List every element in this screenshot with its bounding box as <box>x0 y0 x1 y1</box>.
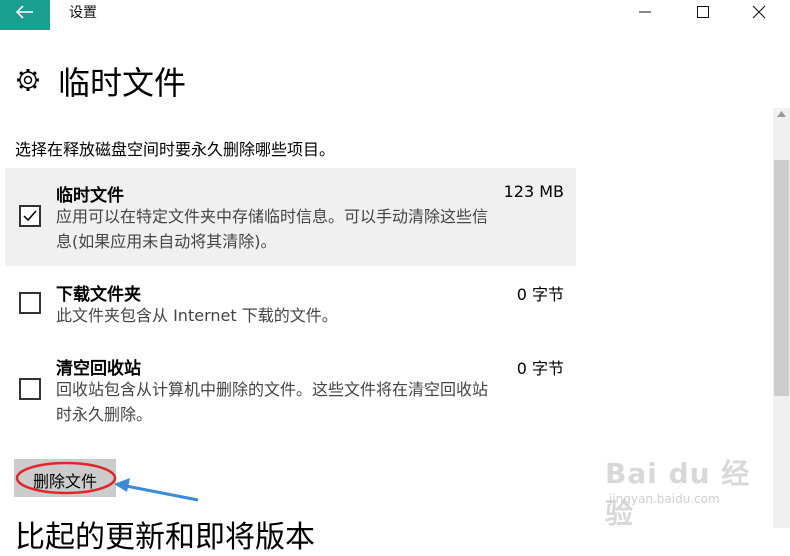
item-title: 临时文件 <box>56 186 124 206</box>
item-title: 清空回收站 <box>56 359 141 379</box>
maximize-button[interactable] <box>680 0 726 24</box>
close-icon <box>752 5 766 19</box>
app-title: 设置 <box>69 5 97 21</box>
checkmark-icon <box>23 210 37 222</box>
watermark-url: jingyan.baidu.com <box>609 492 720 506</box>
annotation-arrow-icon <box>114 478 199 502</box>
gear-icon <box>17 69 39 91</box>
page-title: 临时文件 <box>58 64 187 102</box>
temp-files-checkbox[interactable] <box>19 205 41 227</box>
arrow-left-icon <box>15 5 33 19</box>
minimize-button[interactable] <box>622 0 668 24</box>
item-size: 0 字节 <box>516 359 564 378</box>
close-button[interactable] <box>736 0 782 24</box>
item-description: 此文件夹包含从 Internet 下载的文件。 <box>56 306 338 325</box>
scroll-thumb[interactable] <box>774 160 789 396</box>
item-size: 0 字节 <box>516 285 564 304</box>
list-item-recycle-bin[interactable]: 清空回收站 0 字节 回收站包含从计算机中删除的文件。这些文件将在清空回收站 时… <box>5 350 576 430</box>
minimize-icon <box>639 11 651 13</box>
title-bar: 设置 <box>0 0 790 30</box>
item-description: 应用可以在特定文件夹中存储临时信息。可以手动清除这些信 息(如果应用未自动将其清… <box>56 207 489 251</box>
downloads-checkbox[interactable] <box>19 292 41 314</box>
scroll-up-icon[interactable] <box>777 111 786 117</box>
item-description: 回收站包含从计算机中删除的文件。这些文件将在清空回收站 时永久删除。 <box>56 380 489 424</box>
baidu-watermark: Bai du 经验 jingyan.baidu.com <box>605 452 755 530</box>
back-button[interactable] <box>0 0 50 30</box>
instruction-text: 选择在释放磁盘空间时要永久删除哪些项目。 <box>15 140 336 159</box>
recycle-bin-checkbox[interactable] <box>19 378 41 400</box>
vertical-scrollbar[interactable] <box>773 108 790 528</box>
item-title: 下载文件夹 <box>56 285 141 305</box>
maximize-icon <box>697 6 709 18</box>
list-item-downloads[interactable]: 下载文件夹 0 字节 此文件夹包含从 Internet 下载的文件。 <box>5 276 576 336</box>
annotation-ellipse <box>15 461 117 495</box>
list-item-temp-files[interactable]: 临时文件 123 MB 应用可以在特定文件夹中存储临时信息。可以手动清除这些信 … <box>5 168 576 266</box>
item-size: 123 MB <box>503 182 564 201</box>
next-section-heading: 比起的更新和即将版本 <box>15 520 315 555</box>
